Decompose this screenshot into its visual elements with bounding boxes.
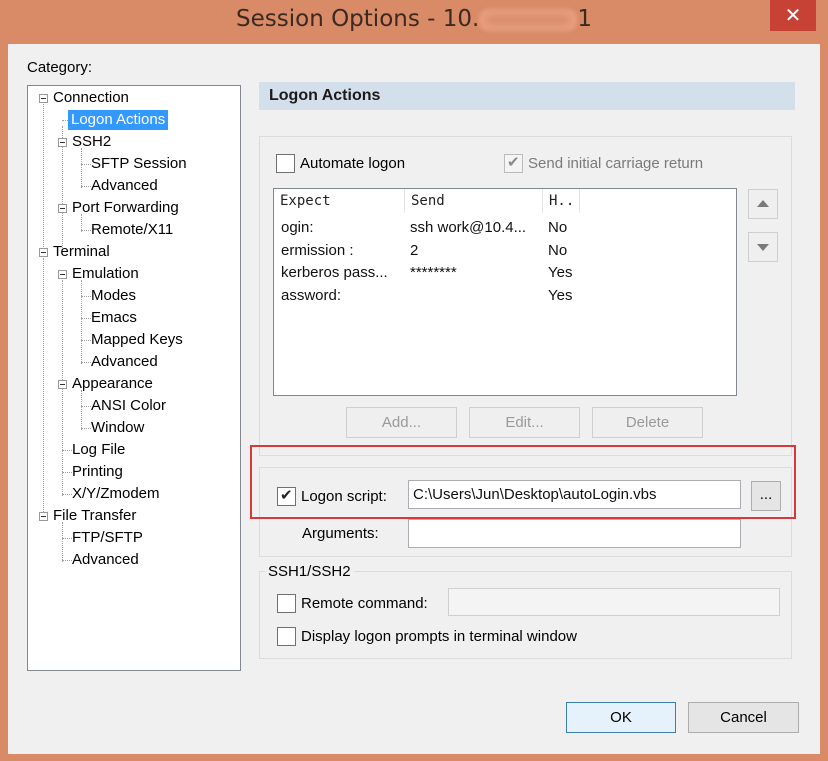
category-label: Category:: [27, 59, 93, 76]
collapse-ssh2-icon[interactable]: [58, 138, 67, 147]
cell-hide: Yes: [548, 264, 573, 281]
cell-send: ssh work@10.4...: [410, 219, 527, 236]
automate-logon-checkbox[interactable]: [276, 154, 295, 173]
column-header-hide[interactable]: H..: [543, 189, 580, 213]
tree-item-emulation[interactable]: Emulation: [72, 264, 139, 284]
collapse-appearance-icon[interactable]: [58, 380, 67, 389]
close-icon: ✕: [784, 3, 802, 27]
browse-button[interactable]: ...: [751, 481, 781, 511]
tree-item-sftp-session[interactable]: SFTP Session: [91, 154, 187, 174]
tree-item-window[interactable]: Window: [91, 418, 144, 438]
add-button[interactable]: Add...: [346, 407, 457, 438]
tree-item-printing[interactable]: Printing: [72, 462, 123, 482]
tree-item-emacs[interactable]: Emacs: [91, 308, 137, 328]
collapse-port-forwarding-icon[interactable]: [58, 204, 67, 213]
tree-item-logon-actions[interactable]: Logon Actions: [68, 110, 169, 130]
expect-send-table[interactable]: Expect Send H.. ogin: ssh work@10.4... N…: [273, 188, 737, 396]
edit-button[interactable]: Edit...: [469, 407, 580, 438]
send-initial-cr-label: Send initial carriage return: [528, 155, 704, 172]
tree-item-log-file[interactable]: Log File: [72, 440, 125, 460]
up-arrow-icon: [757, 200, 769, 207]
cell-expect: ogin:: [281, 219, 314, 236]
collapse-connection-icon[interactable]: [39, 94, 48, 103]
cell-send: 2: [410, 242, 419, 259]
display-prompts-checkbox[interactable]: [277, 627, 296, 646]
delete-button[interactable]: Delete: [592, 407, 703, 438]
tree-item-connection[interactable]: Connection: [53, 88, 129, 108]
collapse-emulation-icon[interactable]: [58, 270, 67, 279]
cell-hide: No: [548, 242, 568, 259]
ssh-group-label: SSH1/SSH2: [265, 563, 354, 580]
collapse-file-transfer-icon[interactable]: [39, 512, 48, 521]
arguments-label: Arguments:: [302, 525, 379, 542]
cell-expect: assword:: [281, 287, 342, 304]
panel-header: Logon Actions: [259, 82, 795, 110]
tree-item-modes[interactable]: Modes: [91, 286, 136, 306]
tree-item-file-transfer-advanced[interactable]: Advanced: [72, 550, 139, 570]
category-tree[interactable]: Connection Logon Actions SSH2 SFTP Sessi…: [27, 85, 241, 671]
tree-item-remote-x11[interactable]: Remote/X11: [91, 220, 173, 240]
remote-command-label: Remote command:: [301, 595, 428, 612]
cell-send: ********: [410, 264, 457, 281]
tree-item-file-transfer[interactable]: File Transfer: [53, 506, 136, 526]
close-button[interactable]: ✕: [770, 0, 816, 31]
arguments-input[interactable]: [408, 519, 741, 548]
display-prompts-label: Display logon prompts in terminal window: [301, 628, 577, 645]
tree-item-ssh2-advanced[interactable]: Advanced: [91, 176, 158, 196]
title-bar[interactable]: Session Options - 10. 1 ✕: [0, 0, 828, 44]
down-arrow-icon: [757, 244, 769, 251]
tree-item-mapped-keys[interactable]: Mapped Keys: [91, 330, 183, 350]
tree-item-terminal[interactable]: Terminal: [53, 242, 110, 262]
tree-item-emulation-advanced[interactable]: Advanced: [91, 352, 158, 372]
move-down-button[interactable]: [748, 232, 778, 262]
logon-script-input[interactable]: C:\Users\Jun\Desktop\autoLogin.vbs: [408, 480, 741, 509]
tree-item-port-forwarding[interactable]: Port Forwarding: [72, 198, 179, 218]
column-header-send[interactable]: Send: [405, 189, 543, 213]
column-header-expect[interactable]: Expect: [274, 189, 405, 213]
send-initial-cr-checkbox[interactable]: [504, 153, 523, 173]
cell-hide: No: [548, 219, 568, 236]
cell-expect: kerberos pass...: [281, 264, 388, 281]
logon-script-label: Logon script:: [301, 488, 387, 505]
redacted-address: [479, 8, 578, 31]
cell-expect: ermission :: [281, 242, 354, 259]
tree-item-ssh2[interactable]: SSH2: [72, 132, 111, 152]
automate-logon-label: Automate logon: [300, 155, 406, 172]
session-options-window: Session Options - 10. 1 ✕ Category: Conne…: [0, 0, 828, 761]
move-up-button[interactable]: [748, 189, 778, 219]
tree-item-xyzmodem[interactable]: X/Y/Zmodem: [72, 484, 160, 504]
tree-item-ansi-color[interactable]: ANSI Color: [91, 396, 166, 416]
cell-hide: Yes: [548, 287, 573, 304]
logon-script-checkbox[interactable]: [277, 486, 296, 506]
collapse-terminal-icon[interactable]: [39, 248, 48, 257]
cancel-button[interactable]: Cancel: [688, 702, 799, 733]
window-title: Session Options - 10. 1: [236, 6, 592, 32]
ok-button[interactable]: OK: [566, 702, 676, 733]
tree-item-appearance[interactable]: Appearance: [72, 374, 153, 394]
remote-command-checkbox[interactable]: [277, 594, 296, 613]
remote-command-input[interactable]: [448, 588, 780, 616]
tree-item-ftp-sftp[interactable]: FTP/SFTP: [72, 528, 143, 548]
